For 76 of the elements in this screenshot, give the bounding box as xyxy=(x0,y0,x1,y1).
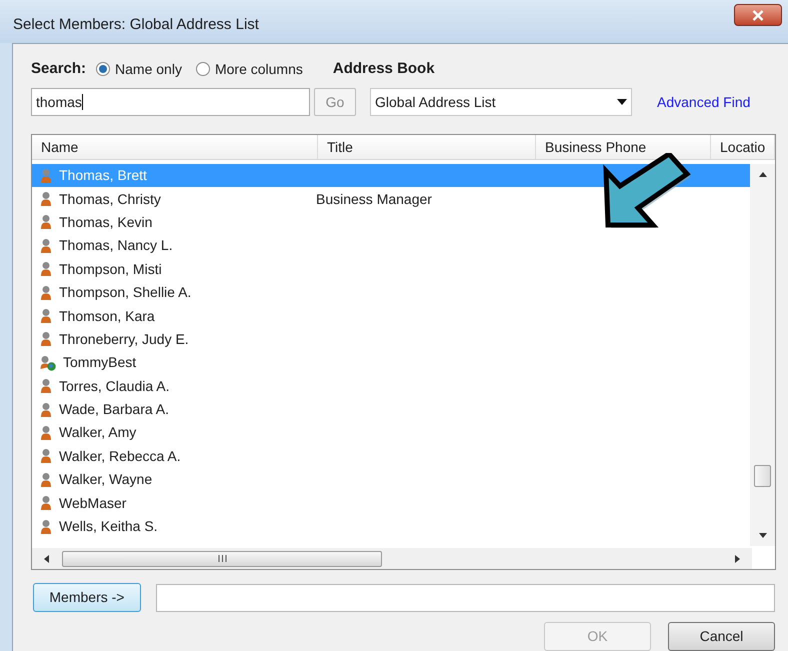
contact-name: Thompson, Shellie A. xyxy=(59,283,192,302)
column-header[interactable]: Locatio xyxy=(711,135,775,159)
user-icon xyxy=(40,214,52,230)
radio-button[interactable] xyxy=(96,62,110,76)
user-icon xyxy=(40,191,52,208)
contact-row[interactable]: Thomas, Kevin xyxy=(32,210,750,234)
user-icon xyxy=(40,472,52,488)
user-icon xyxy=(40,424,52,441)
scroll-left-icon xyxy=(44,554,49,562)
contact-name: WebMaser xyxy=(59,494,126,513)
user-icon xyxy=(40,402,52,418)
user-icon xyxy=(40,168,52,184)
search-label: Search: xyxy=(31,58,86,79)
radio-button[interactable] xyxy=(196,62,210,76)
contact-row[interactable]: Thomson, Kara xyxy=(32,304,750,328)
search-option[interactable]: Name only xyxy=(96,58,182,80)
contact-row[interactable]: Thomas, Nancy L. xyxy=(32,234,750,258)
contact-name: Walker, Amy xyxy=(59,423,136,442)
grip-icon xyxy=(218,555,226,562)
search-field[interactable]: thomas xyxy=(31,88,310,116)
contact-row[interactable]: TommyBest xyxy=(32,351,750,375)
close-icon xyxy=(752,10,764,20)
user-icon xyxy=(40,518,52,535)
contact-row[interactable]: Thomas, Christy Business Manager xyxy=(32,187,750,211)
contact-name: Thomas, Nancy L. xyxy=(59,236,173,256)
user-icon xyxy=(40,261,52,278)
contact-name: Thomson, Kara xyxy=(59,306,155,326)
user-icon xyxy=(40,378,52,394)
contact-name: Wade, Barbara A. xyxy=(59,400,169,420)
contact-row[interactable]: Wells, Keitha S. xyxy=(32,514,750,538)
horizontal-scrollbar[interactable] xyxy=(32,548,752,569)
contact-name: Thomas, Kevin xyxy=(59,212,152,232)
vertical-scrollbar[interactable] xyxy=(750,164,775,546)
contact-name: Torres, Claudia A. xyxy=(59,376,170,396)
advanced-find-link[interactable]: Advanced Find xyxy=(657,92,750,112)
contact-name: Throneberry, Judy E. xyxy=(59,330,189,349)
user-icon xyxy=(40,448,52,464)
column-header[interactable]: Name xyxy=(32,135,318,159)
address-book-dropdown[interactable]: Global Address List xyxy=(370,88,632,116)
scroll-thumb[interactable] xyxy=(62,550,382,566)
contact-row[interactable]: WebMaser xyxy=(32,491,750,515)
contact-row[interactable]: Throneberry, Judy E. xyxy=(32,328,750,352)
scroll-down-icon xyxy=(758,533,766,538)
contact-name: Walker, Rebecca A. xyxy=(59,446,181,466)
contact-row[interactable]: Thompson, Shellie A. xyxy=(32,280,750,304)
contact-row[interactable]: Walker, Rebecca A. xyxy=(32,444,750,468)
dropdown-caret-icon xyxy=(617,99,627,105)
contact-name: Thompson, Misti xyxy=(59,260,162,279)
scroll-right-icon xyxy=(735,554,740,562)
contact-name: Thomas, Brett xyxy=(59,166,147,186)
contact-row[interactable]: Torres, Claudia A. xyxy=(32,374,750,398)
window-title: Select Members: Global Address List xyxy=(13,15,259,35)
search-option[interactable]: More columns xyxy=(196,58,303,80)
contact-row[interactable]: Thompson, Misti xyxy=(32,258,750,281)
contact-name: Walker, Wayne xyxy=(59,470,152,490)
cancel-button[interactable]: Cancel xyxy=(668,622,775,651)
contact-name: Thomas, Christy xyxy=(59,190,161,209)
user-globe-icon xyxy=(40,354,56,371)
user-icon xyxy=(40,495,52,512)
scroll-thumb[interactable] xyxy=(754,465,771,487)
contact-row[interactable]: Walker, Amy xyxy=(32,421,750,445)
close-button[interactable] xyxy=(734,4,782,26)
members-button[interactable]: Members -> xyxy=(33,583,141,612)
contact-title: Business Manager xyxy=(316,190,432,209)
address-book-label: Address Book xyxy=(332,58,435,79)
scroll-up-icon xyxy=(758,172,766,177)
members-field[interactable] xyxy=(156,584,775,612)
contact-row[interactable]: Wade, Barbara A. xyxy=(32,398,750,422)
user-icon xyxy=(40,284,52,301)
user-icon xyxy=(40,331,52,348)
column-header[interactable]: Title xyxy=(318,135,536,159)
contact-row[interactable]: Walker, Wayne xyxy=(32,468,750,492)
contact-name: Wells, Keitha S. xyxy=(59,517,158,536)
contact-name: TommyBest xyxy=(63,353,136,372)
user-icon xyxy=(40,238,52,254)
user-icon xyxy=(40,308,52,324)
